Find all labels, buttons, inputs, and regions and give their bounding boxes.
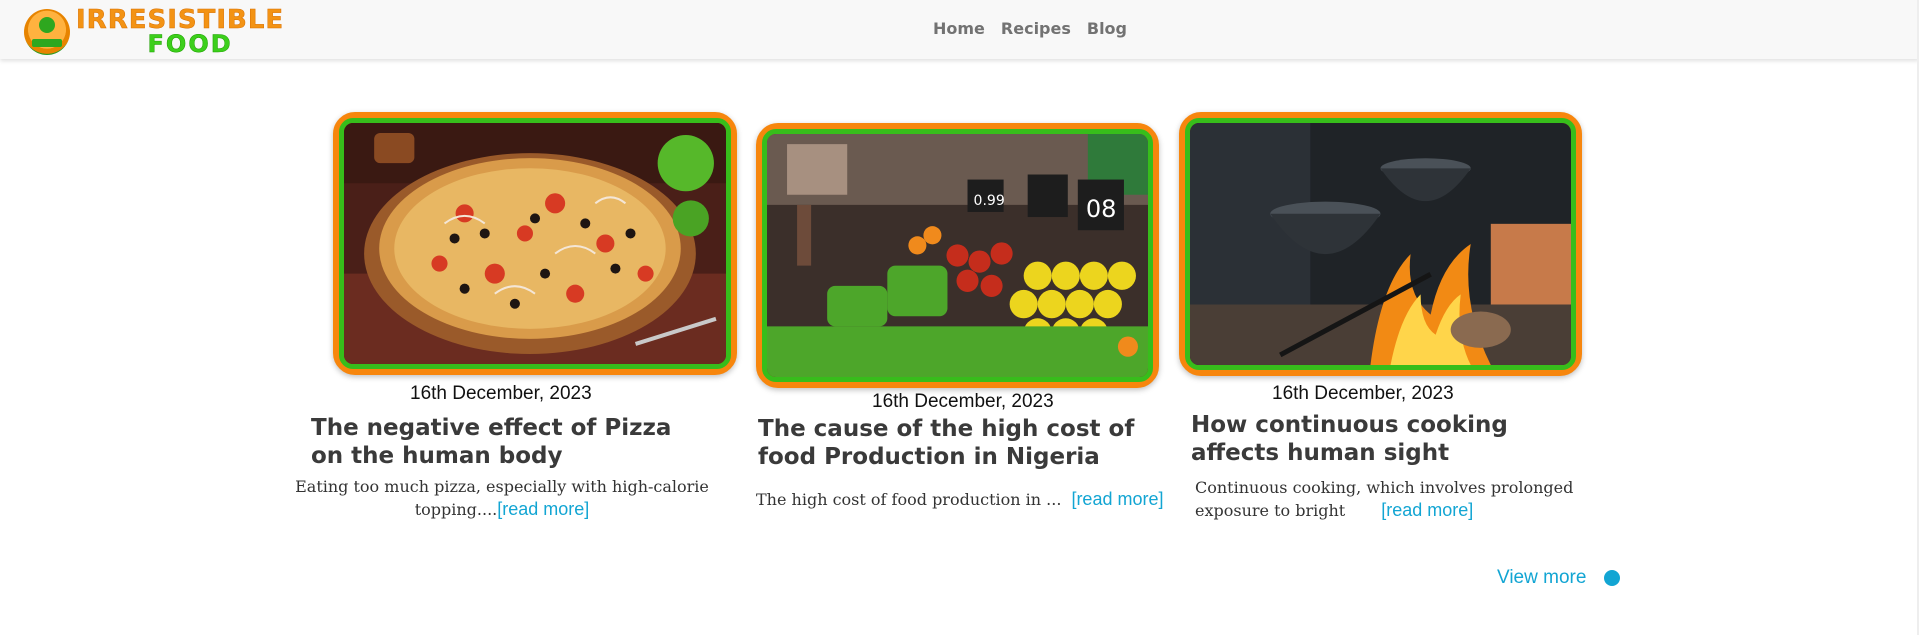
navbar: IRRESISTIBLE FOOD Home Recipes Blog [0,0,1919,59]
post-title[interactable]: The cause of the high cost of food Produ… [758,415,1168,471]
market-produce-photo: 0.99 08 [767,134,1148,377]
read-more-link[interactable]: [read more] [1071,489,1163,509]
view-more-dot-icon[interactable] [1604,570,1620,586]
post-excerpt-text: The high cost of food production in ... [756,490,1062,509]
svg-text:08: 08 [1086,195,1117,223]
nav-blog[interactable]: Blog [1087,19,1127,38]
nav-home[interactable]: Home [933,19,985,38]
chef-badge-icon [24,8,70,55]
post-excerpt: The high cost of food production in ... [… [756,488,1196,511]
post-title[interactable]: The negative effect of Pizza on the huma… [311,414,711,470]
post-date: 16th December, 2023 [410,383,592,404]
post-image-pizza[interactable] [333,112,737,375]
post-image-market[interactable]: 0.99 08 [756,123,1159,388]
brand-logo[interactable]: IRRESISTIBLE FOOD [24,5,285,58]
brand-line2: FOOD [147,29,233,58]
pot-over-fire-photo [1190,123,1571,365]
post-title[interactable]: How continuous cooking affects human sig… [1191,411,1591,467]
brand-name: IRRESISTIBLE FOOD [76,5,285,58]
read-more-link[interactable]: [read more] [497,499,589,519]
post-image-cooking[interactable] [1179,112,1582,376]
read-more-link[interactable]: [read more] [1381,500,1473,520]
nav-recipes[interactable]: Recipes [1001,19,1071,38]
pizza-photo [344,123,726,364]
view-more-link[interactable]: View more [1497,567,1586,589]
brand-line1: IRRESISTIBLE [76,5,285,35]
post-date: 16th December, 2023 [872,391,1054,412]
post-date: 16th December, 2023 [1272,383,1454,404]
svg-text:0.99: 0.99 [974,193,1005,209]
post-excerpt: Continuous cooking, which involves prolo… [1195,476,1595,522]
main-nav: Home Recipes Blog [933,19,1127,38]
post-excerpt: Eating too much pizza, especially with h… [292,475,712,521]
